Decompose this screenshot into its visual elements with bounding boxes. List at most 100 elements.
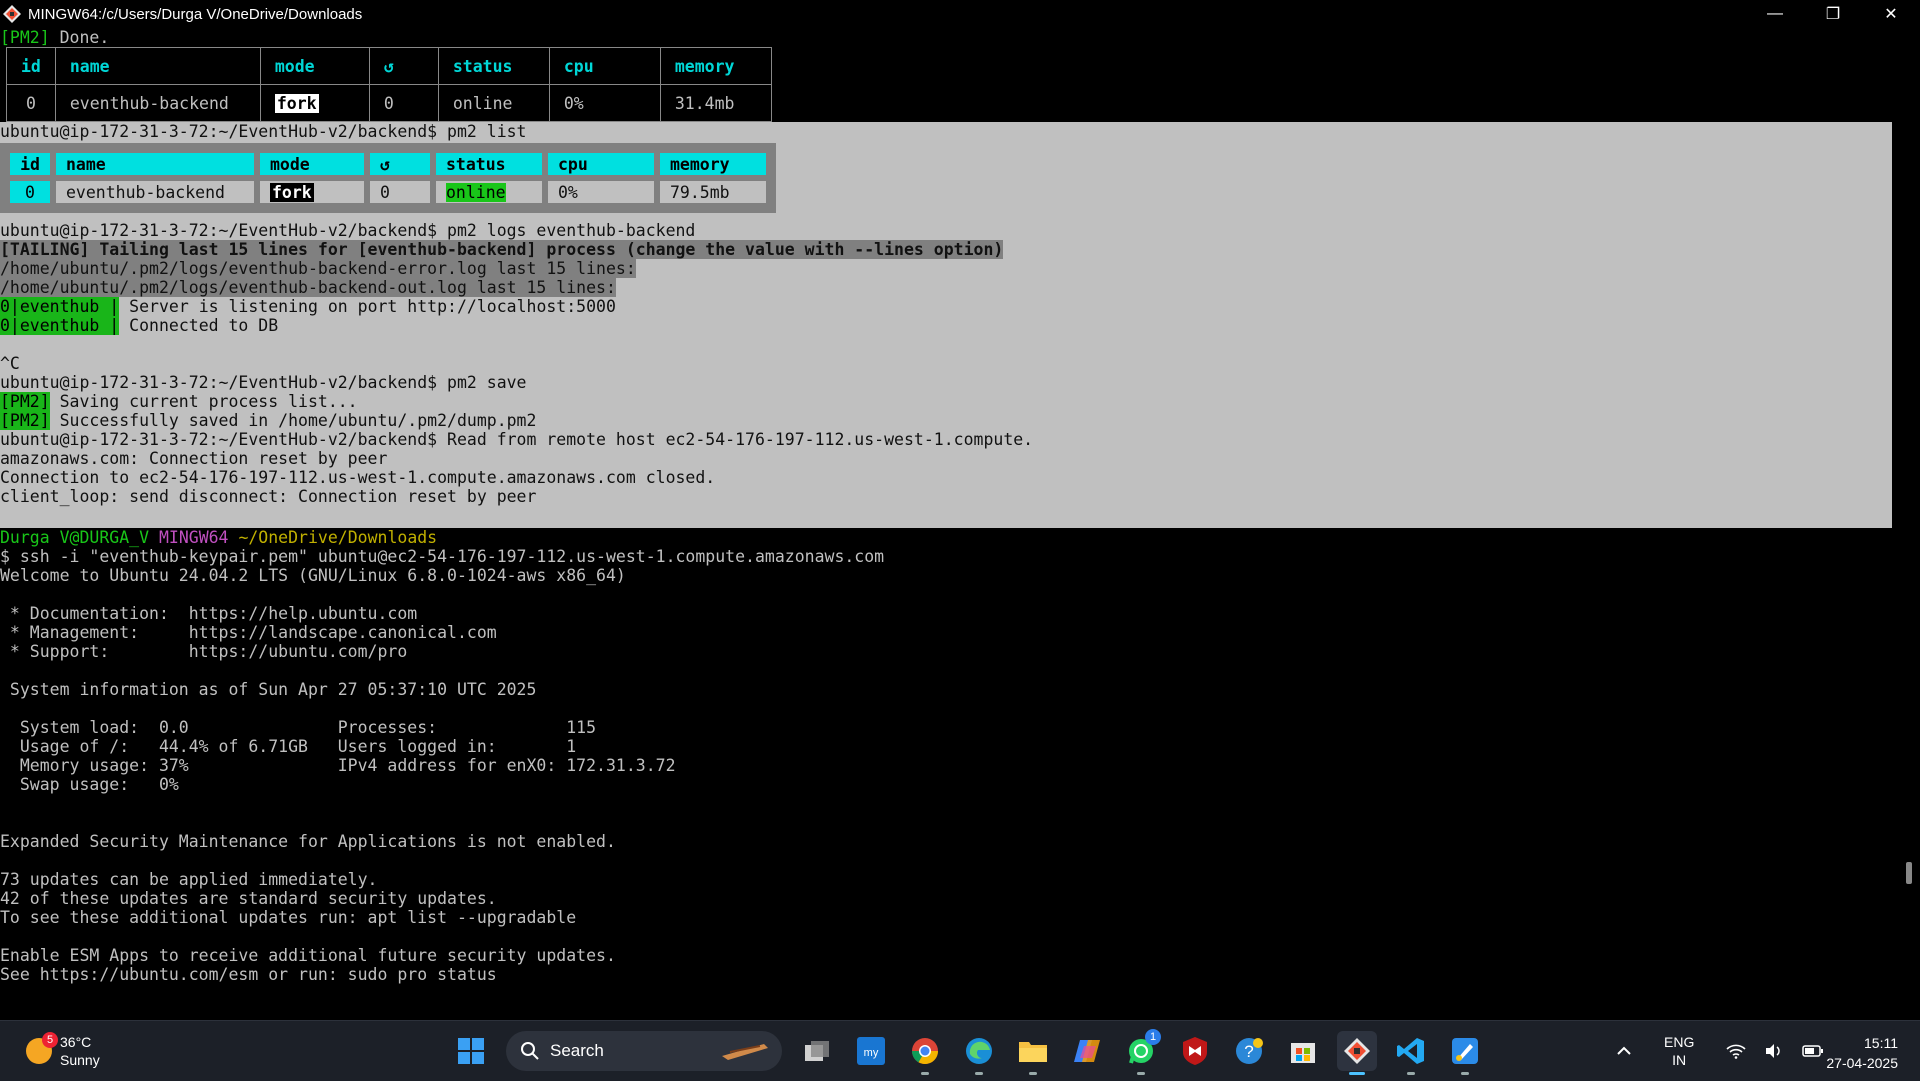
terminal-line: To see these additional updates run: apt… bbox=[0, 908, 577, 927]
shell-prompt: Durga V@DURGA_V MINGW64 ~/OneDrive/Downl… bbox=[0, 528, 438, 547]
terminal-line: 73 updates can be applied immediately. bbox=[0, 870, 378, 889]
terminal-scrollbar[interactable] bbox=[1906, 862, 1912, 884]
vscode-icon bbox=[1397, 1038, 1424, 1064]
windows-icon bbox=[458, 1038, 484, 1064]
header-mode: mode bbox=[259, 47, 370, 85]
whatsapp-badge: 1 bbox=[1145, 1029, 1161, 1045]
header-restarts: ↺ bbox=[368, 47, 439, 85]
cell-memory: 31.4mb bbox=[659, 84, 772, 122]
header-memory: memory bbox=[660, 153, 766, 175]
copilot-icon bbox=[1074, 1040, 1100, 1062]
terminal-line: [TAILING] Tailing last 15 lines for [eve… bbox=[0, 240, 1004, 259]
search-label: Search bbox=[550, 1041, 604, 1060]
running-indicator bbox=[921, 1072, 929, 1075]
header-mode: mode bbox=[260, 153, 364, 175]
cell-name: eventhub-backend bbox=[54, 84, 261, 122]
terminal-line: 42 of these updates are standard securit… bbox=[0, 889, 497, 908]
taskbar-task-view[interactable] bbox=[797, 1031, 837, 1071]
taskbar-app-vscode[interactable] bbox=[1391, 1031, 1431, 1075]
edge-icon bbox=[966, 1038, 992, 1064]
taskbar-app-chrome[interactable] bbox=[905, 1031, 945, 1075]
volume-icon[interactable] bbox=[1764, 1043, 1784, 1059]
taskbar-app-paint[interactable] bbox=[1445, 1031, 1485, 1075]
wifi-icon[interactable] bbox=[1726, 1043, 1746, 1059]
folder-icon bbox=[1019, 1042, 1047, 1062]
terminal-line: Welcome to Ubuntu 24.04.2 LTS (GNU/Linux… bbox=[0, 566, 626, 585]
task-view-icon bbox=[805, 1041, 829, 1061]
terminal-line: Memory usage: 37% IPv4 address for enX0:… bbox=[0, 756, 676, 775]
cell-cpu: 0% bbox=[548, 181, 654, 203]
cell-id: 0 bbox=[6, 84, 56, 122]
weather-widget[interactable]: 5 36°C Sunny bbox=[26, 1032, 100, 1069]
terminal-line: ubuntu@ip-172-31-3-72:~/EventHub-v2/back… bbox=[0, 373, 527, 392]
taskbar-app-git-bash[interactable] bbox=[1337, 1031, 1377, 1075]
cell-restarts: 0 bbox=[370, 181, 430, 203]
terminal-line: /home/ubuntu/.pm2/logs/eventhub-backend-… bbox=[0, 278, 616, 297]
weather-temp: 36°C bbox=[60, 1034, 92, 1050]
start-button[interactable] bbox=[451, 1031, 491, 1071]
cell-restarts: 0 bbox=[368, 84, 439, 122]
store-icon bbox=[1291, 1043, 1315, 1063]
terminal-line: * Documentation: https://help.ubuntu.com bbox=[0, 604, 418, 623]
language-code: ENG bbox=[1664, 1034, 1695, 1050]
taskbar-app-get-help[interactable]: ? bbox=[1229, 1031, 1269, 1071]
maximize-button[interactable]: ❐ bbox=[1804, 0, 1862, 28]
search-icon bbox=[521, 1042, 539, 1060]
window-title: MINGW64:/c/Users/Durga V/OneDrive/Downlo… bbox=[28, 5, 363, 23]
terminal-output[interactable]: [PM2] Done. id name mode ↺ status cpu me… bbox=[0, 28, 1900, 1020]
header-name: name bbox=[54, 47, 261, 85]
taskbar-app-edge[interactable] bbox=[959, 1031, 999, 1075]
language-indicator[interactable]: ENG IN bbox=[1664, 1033, 1694, 1069]
chrome-icon bbox=[911, 1038, 939, 1065]
terminal-line: 0|eventhub | Server is listening on port… bbox=[0, 297, 616, 316]
mcafee-shield-icon bbox=[1183, 1037, 1207, 1065]
running-indicator bbox=[1349, 1072, 1365, 1075]
terminal-line: [PM2] Saving current process list... bbox=[0, 392, 358, 411]
cell-status: online bbox=[437, 84, 550, 122]
git-bash-icon bbox=[3, 5, 21, 23]
battery-icon[interactable] bbox=[1802, 1044, 1824, 1058]
cell-memory: 79.5mb bbox=[660, 181, 766, 203]
weather-desc: Sunny bbox=[60, 1052, 100, 1068]
chevron-up-icon[interactable] bbox=[1616, 1046, 1632, 1056]
header-cpu: cpu bbox=[548, 47, 661, 85]
taskbar-app-mcafee[interactable] bbox=[1175, 1031, 1215, 1071]
terminal-line: [PM2] Done. bbox=[0, 28, 110, 47]
header-name: name bbox=[56, 153, 254, 175]
taskbar-app-microsoft-store[interactable] bbox=[1283, 1031, 1323, 1071]
terminal-line: Usage of /: 44.4% of 6.71GB Users logged… bbox=[0, 737, 577, 756]
taskbar-app-mcafee-hp[interactable]: my bbox=[851, 1031, 891, 1071]
header-memory: memory bbox=[659, 47, 772, 85]
header-status: status bbox=[436, 153, 542, 175]
system-tray: ENG IN bbox=[1616, 1021, 1824, 1081]
header-cpu: cpu bbox=[548, 153, 654, 175]
git-bash-icon bbox=[1344, 1038, 1370, 1064]
running-indicator bbox=[1461, 1072, 1469, 1075]
cell-name: eventhub-backend bbox=[56, 181, 254, 203]
pm2-table-header: id name mode ↺ status cpu memory bbox=[10, 153, 766, 175]
pm2-table: id name mode ↺ status cpu memory 0 event… bbox=[6, 47, 772, 122]
running-indicator bbox=[1137, 1072, 1145, 1075]
title-bar: MINGW64:/c/Users/Durga V/OneDrive/Downlo… bbox=[0, 0, 1920, 28]
taskbar-search[interactable]: Search bbox=[506, 1031, 782, 1071]
terminal-line: ubuntu@ip-172-31-3-72:~/EventHub-v2/back… bbox=[0, 430, 1034, 449]
terminal-line: ^C bbox=[0, 354, 20, 373]
clock[interactable]: 15:11 27-04-2025 bbox=[1826, 1033, 1898, 1073]
selected-text-region[interactable]: ubuntu@ip-172-31-3-72:~/EventHub-v2/back… bbox=[0, 122, 1892, 528]
close-button[interactable]: ✕ bbox=[1862, 0, 1920, 28]
cell-mode: fork bbox=[260, 181, 364, 203]
taskbar-app-file-explorer[interactable] bbox=[1013, 1031, 1053, 1075]
sun-icon: 5 bbox=[26, 1032, 58, 1064]
terminal-line: Enable ESM Apps to receive additional fu… bbox=[0, 946, 616, 965]
help-icon: ? bbox=[1236, 1038, 1263, 1064]
taskbar-app-copilot[interactable] bbox=[1067, 1031, 1107, 1071]
minimize-button[interactable]: — bbox=[1746, 0, 1804, 28]
taskbar-app-whatsapp[interactable]: 1 bbox=[1121, 1029, 1161, 1075]
